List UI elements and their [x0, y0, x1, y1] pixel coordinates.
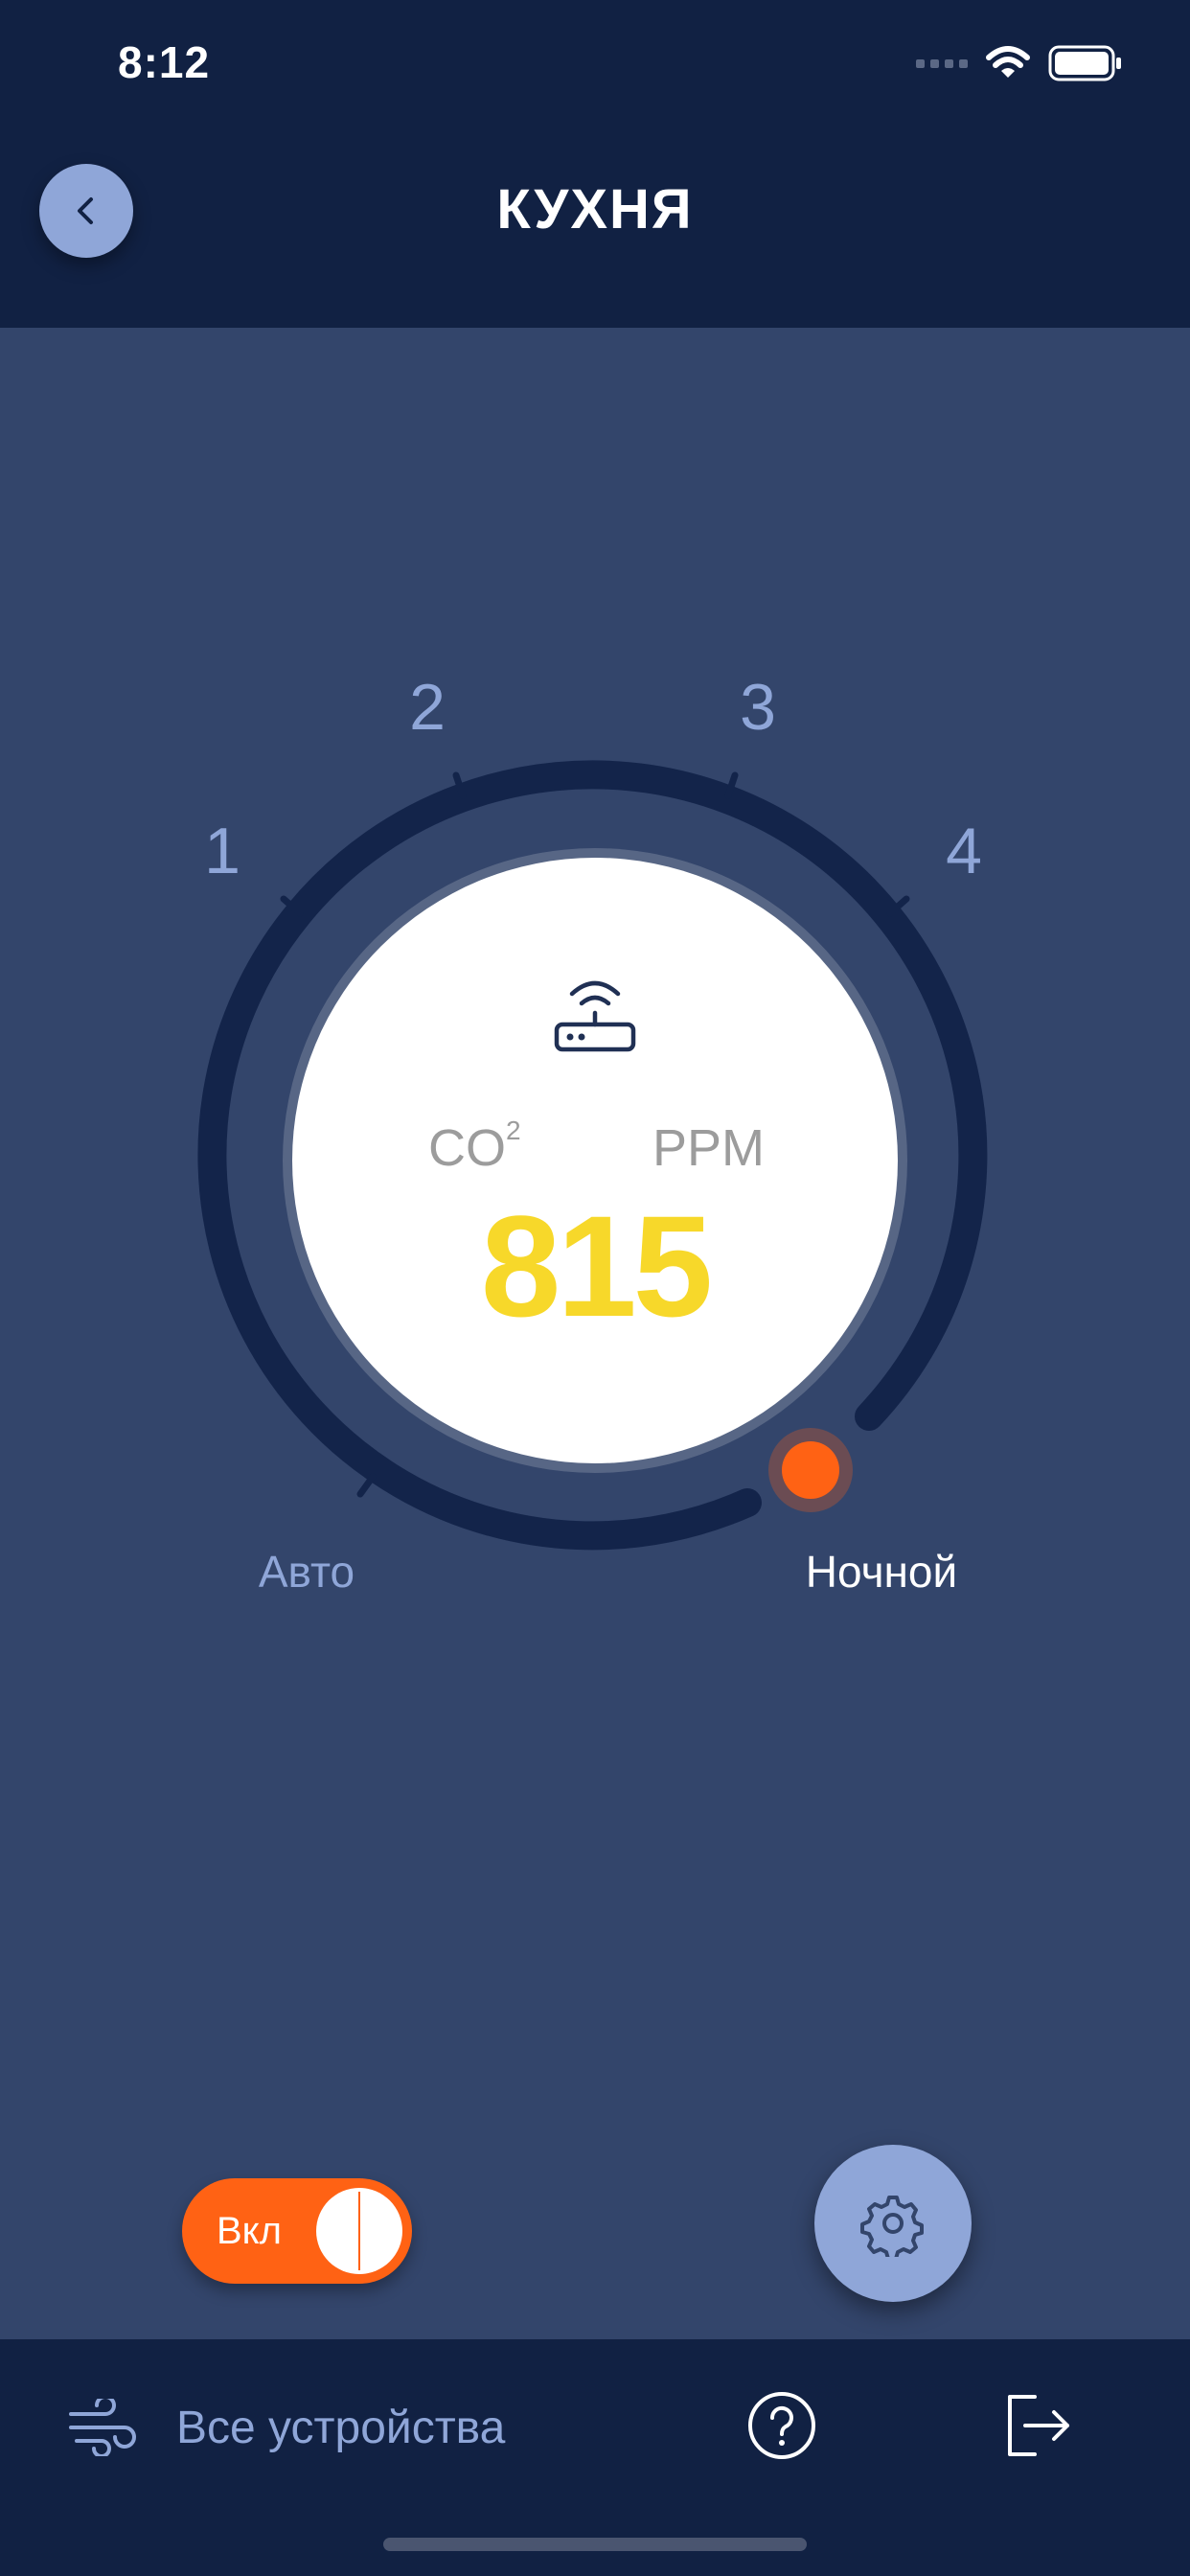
co2-label: CO2 — [428, 1116, 521, 1177]
power-toggle-knob[interactable] — [316, 2188, 402, 2274]
help-button[interactable] — [745, 2389, 818, 2462]
ppm-unit-label: PPM — [652, 1119, 766, 1177]
wifi-router-icon — [554, 980, 636, 1052]
co2-gauge: CO2 PPM 815 — [292, 858, 898, 1463]
dial-handle[interactable] — [782, 1441, 839, 1499]
wind-icon — [69, 2399, 136, 2456]
speed-label-3[interactable]: 3 — [740, 670, 776, 745]
all-devices-button[interactable]: Все устройства — [67, 2389, 505, 2466]
question-circle-icon — [748, 2392, 815, 2459]
power-toggle-label: Вкл — [217, 2210, 282, 2252]
co2-subscript: 2 — [506, 1116, 521, 1145]
settings-button[interactable] — [814, 2145, 972, 2302]
mode-label-auto[interactable]: Авто — [259, 1546, 355, 1598]
mode-label-night[interactable]: Ночной — [806, 1546, 957, 1598]
power-toggle[interactable]: Вкл — [182, 2178, 412, 2284]
speed-label-1[interactable]: 1 — [204, 814, 240, 888]
logout-button[interactable] — [1000, 2389, 1077, 2462]
logout-icon — [1008, 2395, 1069, 2456]
speed-label-2[interactable]: 2 — [409, 670, 446, 745]
speed-label-4[interactable]: 4 — [946, 814, 982, 888]
all-devices-label: Все устройства — [176, 2402, 506, 2453]
co2-value: 815 — [480, 1185, 713, 1346]
home-indicator[interactable] — [383, 2538, 807, 2551]
gear-icon — [860, 2196, 924, 2257]
dial-tick-auto — [356, 1473, 377, 1498]
